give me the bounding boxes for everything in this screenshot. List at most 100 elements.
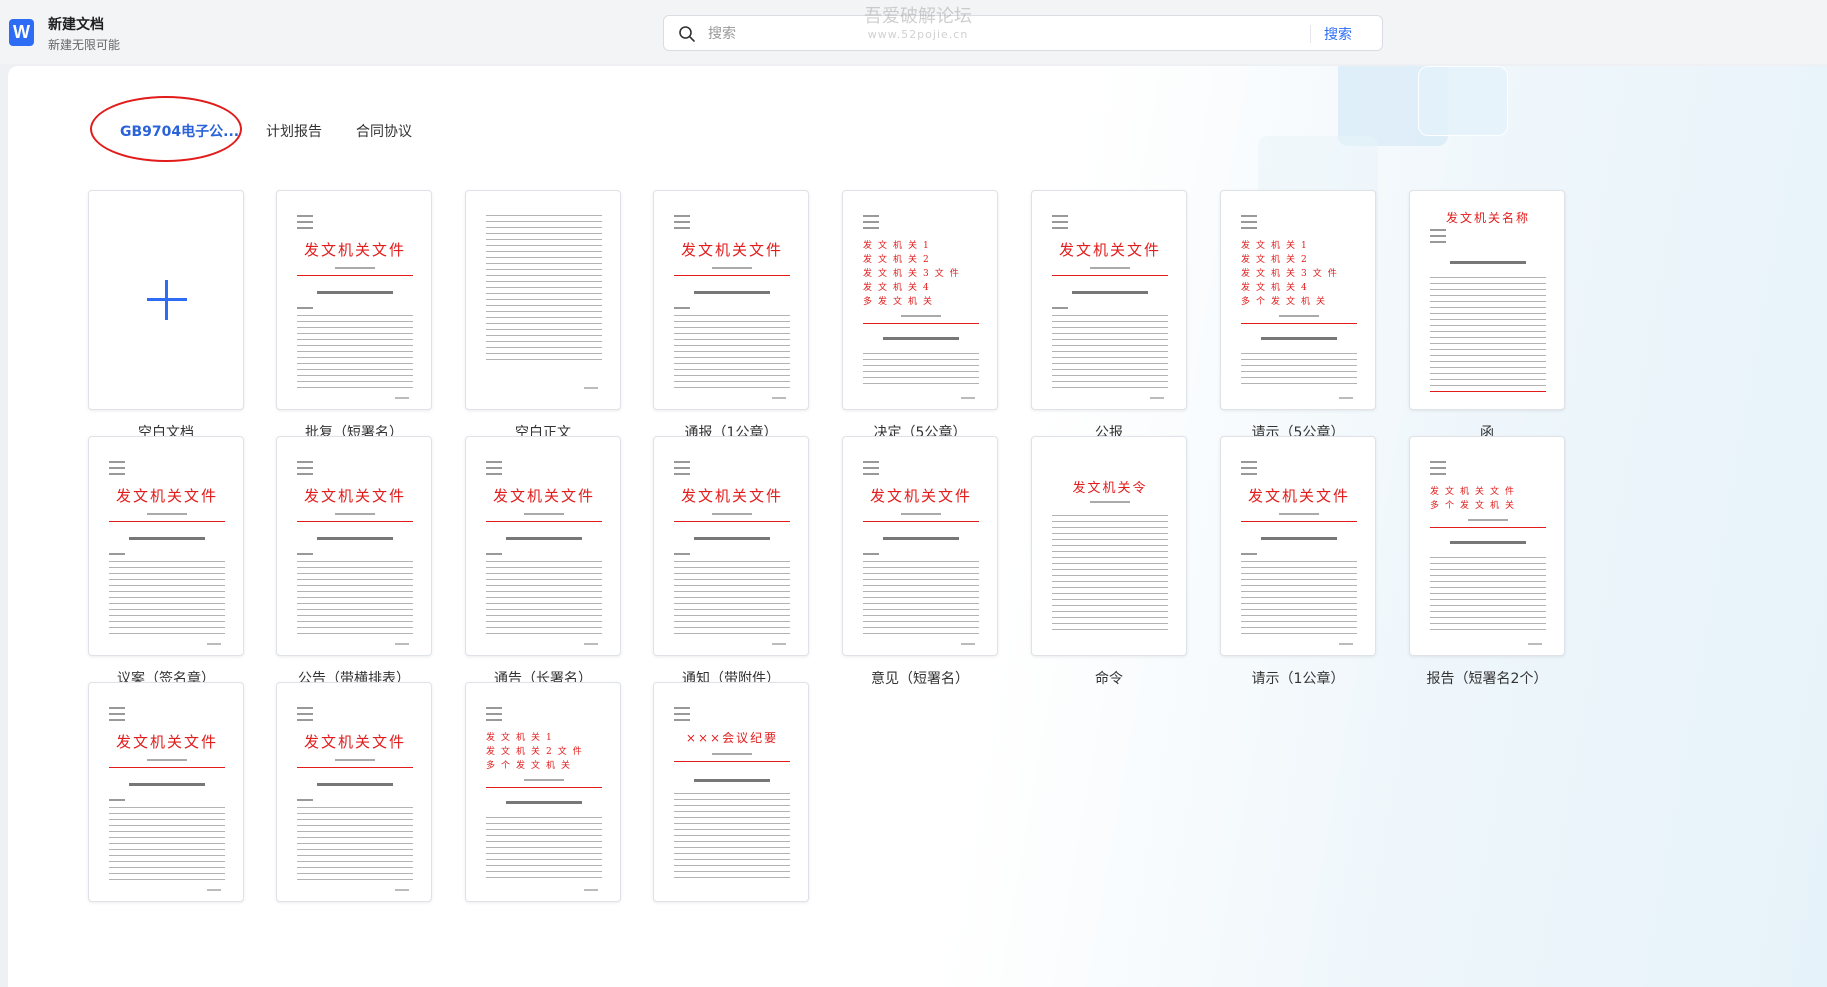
- template-card[interactable]: 发文机关文件: [1031, 190, 1187, 410]
- thumbnail-element: [674, 719, 690, 721]
- thumbnail-element: [863, 521, 979, 522]
- thumbnail-heading-stack: 发文机关1 发文机关2 发文机关3文件 发文机关4 多个发文机关: [1241, 239, 1357, 309]
- thumbnail-element: [1241, 227, 1257, 229]
- thumbnail-heading-line: 发文机关2: [1241, 255, 1313, 265]
- app-title: 新建文档: [48, 17, 104, 33]
- template-card[interactable]: [88, 190, 244, 410]
- thumbnail-element: [486, 473, 502, 475]
- template-card[interactable]: [465, 190, 621, 410]
- thumbnail-element: [961, 643, 975, 645]
- search-input[interactable]: [708, 22, 1288, 46]
- template-card[interactable]: 发文机关文件: [1220, 436, 1376, 656]
- thumbnail-element: [1430, 557, 1546, 633]
- annotation-circle: [90, 96, 242, 162]
- thumbnail-element: [1072, 291, 1148, 294]
- thumbnail-element: [297, 707, 313, 709]
- thumbnail-element: [883, 537, 959, 540]
- template-card[interactable]: 发文机关名称: [1409, 190, 1565, 410]
- thumbnail-element: [317, 291, 393, 294]
- thumbnail-element: [1279, 513, 1319, 515]
- thumbnail-element: [961, 397, 975, 399]
- thumbnail-element: [674, 461, 690, 463]
- thumbnail-element: [694, 291, 770, 294]
- thumbnail-element: [1430, 391, 1546, 392]
- template-thumbnail: 发文机关1 发文机关2 发文机关3文件 发文机关4 多发文机关: [843, 191, 997, 409]
- template-card[interactable]: 发文机关1 发文机关2 发文机关3文件 发文机关4 多发文机关: [842, 190, 998, 410]
- template-card[interactable]: 发文机关文件: [88, 682, 244, 902]
- thumbnail-element: [863, 467, 879, 469]
- template-thumbnail: 发文机关文件: [1032, 191, 1186, 409]
- thumbnail-element: [486, 467, 502, 469]
- thumbnail-heading: 发文机关文件: [303, 487, 406, 505]
- thumbnail-element: [109, 719, 125, 721]
- thumbnail-heading: 发文机关文件: [1247, 487, 1350, 505]
- template-card[interactable]: 发文机关文件: [653, 436, 809, 656]
- thumbnail-heading: 发文机关文件: [115, 733, 218, 751]
- search-bar[interactable]: 搜索: [663, 15, 1383, 51]
- thumbnail-element: [1241, 473, 1257, 475]
- thumbnail-element: [901, 513, 941, 515]
- thumbnail-element: [674, 215, 690, 217]
- thumbnail-element: [1430, 277, 1546, 387]
- template-thumbnail: 发文机关文件 多个发文机关: [1410, 437, 1564, 655]
- thumbnail-element: [317, 537, 393, 540]
- thumbnail-element: [1241, 221, 1257, 223]
- thumbnail-element: [674, 713, 690, 715]
- thumbnail-element: [1450, 261, 1526, 264]
- thumbnail-element: [674, 561, 790, 636]
- watermark-line-1: 吾爱破解论坛: [864, 6, 972, 27]
- thumbnail-heading-line: 发文机关4: [863, 283, 935, 293]
- template-label[interactable]: 意见（短署名）: [810, 668, 1030, 688]
- thumbnail-element: [1339, 397, 1353, 399]
- thumbnail-heading: 发文机关文件: [680, 487, 783, 505]
- thumbnail-element: [674, 275, 790, 276]
- tab-contract[interactable]: 合同协议: [356, 122, 412, 142]
- thumbnail-element: [1052, 307, 1068, 309]
- template-thumbnail: 发文机关文件: [654, 191, 808, 409]
- thumbnail-element: [486, 561, 602, 636]
- template-card[interactable]: ×××会议纪要: [653, 682, 809, 902]
- template-thumbnail: 发文机关文件: [277, 683, 431, 901]
- thumbnail-element: [297, 713, 313, 715]
- thumbnail-heading-line: 发文机关2: [863, 255, 935, 265]
- thumbnail-element: [297, 221, 313, 223]
- template-card[interactable]: 发文机关1 发文机关2 发文机关3文件 发文机关4 多个发文机关: [1220, 190, 1376, 410]
- thumbnail-heading-line: 发文机关4: [1241, 283, 1313, 293]
- thumbnail-heading: ×××会议纪要: [685, 731, 779, 745]
- thumbnail-element: [129, 783, 205, 786]
- thumbnail-heading-line: 发文机关1: [1241, 241, 1313, 251]
- thumbnail-element: [147, 759, 187, 761]
- thumbnail-element: [584, 889, 598, 891]
- thumbnail-element: [1430, 241, 1446, 243]
- thumbnail-element: [772, 397, 786, 399]
- template-thumbnail: 发文机关令: [1032, 437, 1186, 655]
- thumbnail-element: [1090, 267, 1130, 269]
- template-card[interactable]: 发文机关文件: [842, 436, 998, 656]
- template-card[interactable]: 发文机关文件: [276, 436, 432, 656]
- thumbnail-element: [297, 215, 313, 217]
- template-card[interactable]: 发文机关1 发文机关2文件 多个发文机关: [465, 682, 621, 902]
- template-label[interactable]: 报告（短署名2个）: [1377, 668, 1597, 688]
- template-card[interactable]: 发文机关文件 多个发文机关: [1409, 436, 1565, 656]
- thumbnail-element: [109, 799, 125, 801]
- template-card[interactable]: 发文机关令: [1031, 436, 1187, 656]
- template-card[interactable]: 发文机关文件: [276, 682, 432, 902]
- template-label[interactable]: 请示（1公章）: [1188, 668, 1408, 688]
- thumbnail-element: [674, 793, 790, 883]
- template-card[interactable]: 发文机关文件: [276, 190, 432, 410]
- template-card[interactable]: 发文机关文件: [465, 436, 621, 656]
- tab-plan-report[interactable]: 计划报告: [266, 122, 322, 142]
- thumbnail-element: [297, 521, 413, 522]
- template-card[interactable]: 发文机关文件: [653, 190, 809, 410]
- thumbnail-element: [486, 719, 502, 721]
- thumbnail-element: [297, 467, 313, 469]
- thumbnail-element: [1430, 527, 1546, 528]
- template-thumbnail: 发文机关文件: [843, 437, 997, 655]
- search-button[interactable]: 搜索: [1324, 24, 1352, 44]
- thumbnail-element: [109, 807, 225, 882]
- template-label[interactable]: 命令: [999, 668, 1219, 688]
- thumbnail-element: [1052, 275, 1168, 276]
- thumbnail-heading-line: 多个发文机关: [486, 761, 577, 771]
- thumbnail-element: [772, 643, 786, 645]
- template-card[interactable]: 发文机关文件: [88, 436, 244, 656]
